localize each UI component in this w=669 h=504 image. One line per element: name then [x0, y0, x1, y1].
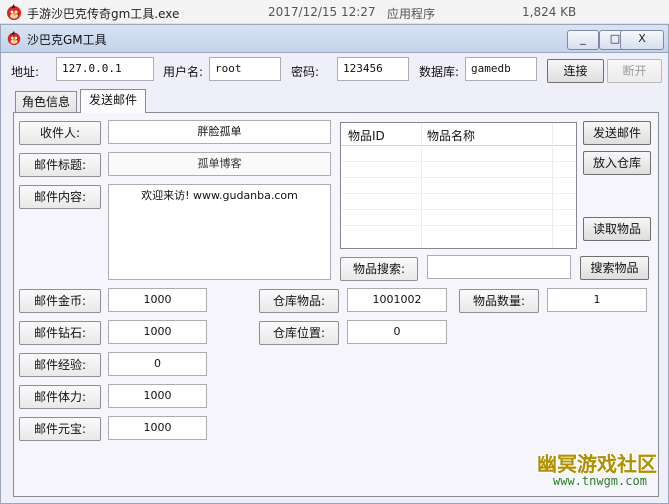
item-name-column-header[interactable]: 物品名称	[427, 127, 475, 144]
gold-field[interactable]: 1000	[108, 288, 207, 312]
username-label: 用户名:	[163, 65, 204, 79]
search-items-button[interactable]: 搜索物品	[580, 256, 649, 280]
warehouse-position-label: 仓库位置:	[259, 321, 339, 345]
stamina-field[interactable]: 1000	[108, 384, 207, 408]
put-warehouse-button[interactable]: 放入仓库	[583, 151, 651, 175]
list-row-line	[341, 193, 576, 194]
recipient-label: 收件人:	[19, 121, 101, 145]
database-label: 数据库:	[419, 65, 460, 79]
window-title: 沙巴克GM工具	[27, 33, 107, 47]
watermark-title: 幽冥游戏社区	[537, 452, 657, 476]
content-label: 邮件内容:	[19, 185, 101, 209]
database-field[interactable]: gamedb	[465, 57, 537, 81]
close-button[interactable]: X	[620, 30, 664, 50]
content-textarea[interactable]: 欢迎来访! www.gudanba.com	[108, 184, 331, 280]
password-field[interactable]: 123456	[337, 57, 409, 81]
list-row-line	[341, 161, 576, 162]
item-search-label: 物品搜索:	[340, 257, 418, 281]
exp-label: 邮件经验:	[19, 353, 101, 377]
column-divider	[421, 123, 422, 248]
warehouse-position-field[interactable]: 0	[347, 320, 447, 344]
file-size: 1,824 KB	[522, 5, 577, 19]
column-divider	[552, 123, 553, 248]
diamond-label: 邮件钻石:	[19, 321, 101, 345]
address-label: 地址:	[11, 65, 40, 79]
angry-bird-icon	[7, 4, 21, 20]
subject-field[interactable]: 孤单博客	[108, 152, 331, 176]
read-items-button[interactable]: 读取物品	[583, 217, 651, 241]
title-bar[interactable]: 沙巴克GM工具 _ □ X	[1, 25, 668, 53]
send-mail-button[interactable]: 发送邮件	[583, 121, 651, 145]
maximize-icon: □	[609, 32, 621, 45]
recipient-field[interactable]: 胖脸孤单	[108, 120, 331, 144]
subject-label: 邮件标题:	[19, 153, 101, 177]
file-date: 2017/12/15 12:27	[268, 5, 376, 19]
file-type: 应用程序	[387, 7, 436, 21]
connect-button[interactable]: 连接	[547, 59, 604, 83]
item-count-label: 物品数量:	[459, 289, 539, 313]
ingot-label: 邮件元宝:	[19, 417, 101, 441]
list-row-line	[341, 177, 576, 178]
tab-send-mail[interactable]: 发送邮件	[80, 89, 146, 113]
file-name: 手游沙巴克传奇gm工具.exe	[27, 7, 180, 21]
disconnect-button[interactable]: 断开	[607, 59, 662, 83]
gold-label: 邮件金币:	[19, 289, 101, 313]
ingot-field[interactable]: 1000	[108, 416, 207, 440]
username-field[interactable]: root	[209, 57, 281, 81]
diamond-field[interactable]: 1000	[108, 320, 207, 344]
item-list[interactable]: 物品ID 物品名称	[340, 122, 577, 249]
minimize-icon: _	[580, 32, 586, 45]
item-list-header: 物品ID 物品名称	[341, 123, 576, 146]
close-icon: X	[638, 32, 646, 45]
watermark-url: www.tnwgm.com	[553, 474, 647, 488]
exp-field[interactable]: 0	[108, 352, 207, 376]
item-count-field[interactable]: 1	[547, 288, 647, 312]
item-id-column-header[interactable]: 物品ID	[348, 127, 385, 144]
stamina-label: 邮件体力:	[19, 385, 101, 409]
item-search-field[interactable]	[427, 255, 571, 279]
tab-character-info[interactable]: 角色信息	[15, 91, 77, 113]
list-row-line	[341, 209, 576, 210]
address-field[interactable]: 127.0.0.1	[56, 57, 154, 81]
angry-bird-icon	[7, 30, 21, 46]
file-row[interactable]: 手游沙巴克传奇gm工具.exe 2017/12/15 12:27 应用程序 1,…	[0, 0, 669, 24]
warehouse-item-field[interactable]: 1001002	[347, 288, 447, 312]
password-label: 密码:	[291, 65, 320, 79]
minimize-button[interactable]: _	[567, 30, 599, 50]
list-row-line	[341, 225, 576, 226]
warehouse-item-label: 仓库物品:	[259, 289, 339, 313]
gm-tool-window: 沙巴克GM工具 _ □ X 地址: 127.0.0.1 用户名: root 密码…	[0, 24, 669, 504]
